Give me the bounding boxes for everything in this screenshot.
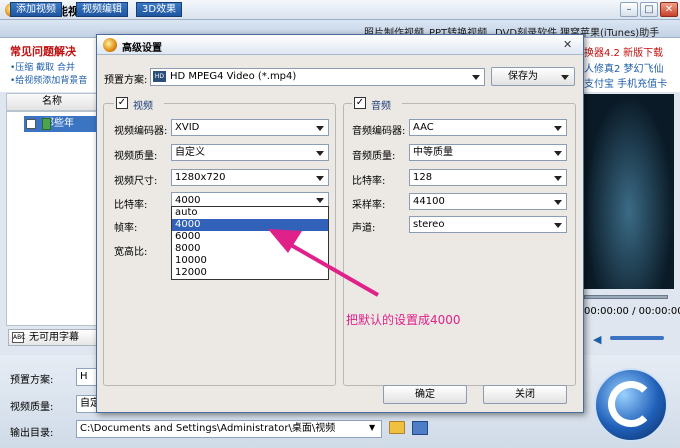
timecode: 00:00:00 / 00:00:00 [584, 306, 680, 317]
audio-bitrate-label: 比特率: [352, 176, 386, 187]
video-quality-arrow-icon[interactable] [316, 151, 324, 156]
preset-select[interactable]: HD MPEG4 Video (*.mp4) [150, 68, 485, 86]
dialog-titlebar [97, 35, 583, 55]
output-dir-dropdown-icon[interactable]: ▼ [369, 423, 375, 432]
preset-dropdown-arrow-icon[interactable] [472, 75, 480, 80]
audio-quality-label: 音频质量: [352, 151, 396, 162]
minimize-button[interactable]: – [620, 2, 638, 17]
bottom-quality-label: 视频质量: [10, 402, 54, 413]
open-folder-icon[interactable] [412, 421, 428, 435]
video-codec-select[interactable]: XVID [171, 119, 329, 136]
faq-link-bgmusic[interactable]: •给视频添加背景音 [10, 73, 87, 86]
dialog-close-button[interactable]: 关闭 [483, 385, 567, 404]
video-size-arrow-icon[interactable] [316, 176, 324, 181]
audio-channel-arrow-icon[interactable] [554, 223, 562, 228]
video-fps-label: 帧率: [114, 223, 138, 234]
tab-3d-effect[interactable]: 3D效果 [136, 2, 183, 17]
video-preview [584, 94, 674, 289]
dialog-close-icon[interactable]: ✕ [563, 38, 572, 51]
file-item-checkbox[interactable] [26, 119, 36, 129]
audio-quality-select[interactable]: 中等质量 [409, 144, 567, 161]
bottom-preset-label: 预置方案: [10, 375, 54, 386]
browse-folder-icon[interactable] [389, 421, 405, 434]
audio-samplerate-arrow-icon[interactable] [554, 200, 562, 205]
video-codec-label: 视频编码器: [114, 126, 168, 137]
tab-add-video[interactable]: 添加视频 [10, 2, 62, 17]
audio-codec-select[interactable]: AAC [409, 119, 567, 136]
audio-samplerate-select[interactable]: 44100 [409, 193, 567, 210]
annotation-arrow [268, 229, 379, 297]
video-quality-label: 视频质量: [114, 151, 158, 162]
video-size-label: 视频尺寸: [114, 176, 158, 187]
audio-codec-label: 音频编码器: [352, 126, 406, 137]
preset-label: 预置方案: [104, 75, 148, 86]
video-aspect-label: 宽高比: [114, 247, 148, 258]
file-list-header[interactable]: 名称 [6, 93, 98, 111]
annotation-arrow-shaft [283, 239, 379, 297]
audio-bitrate-select[interactable]: 128 [409, 169, 567, 186]
video-bitrate-arrow-icon[interactable] [316, 198, 324, 203]
video-file-icon [42, 118, 51, 130]
output-dir-input[interactable]: C:\Documents and Settings\Administrator\… [76, 420, 382, 438]
video-codec-arrow-icon[interactable] [316, 126, 324, 131]
faq-link-compress[interactable]: •压缩 截取 合并 [10, 60, 75, 73]
audio-bitrate-arrow-icon[interactable] [554, 176, 562, 181]
video-quality-select[interactable]: 自定义 [171, 144, 329, 161]
video-size-select[interactable]: 1280x720 [171, 169, 329, 186]
file-list [6, 111, 98, 326]
video-bitrate-label: 比特率: [114, 200, 148, 211]
window-close-button[interactable]: ✕ [660, 2, 678, 17]
output-dir-label: 输出目录: [10, 428, 54, 439]
annotation-text: 把默认的设置成4000 [346, 313, 461, 327]
dialog-title: 高级设置 [122, 43, 162, 54]
video-group-title: 视频 [133, 101, 153, 112]
promo-link-game[interactable]: 人修真2 梦幻飞仙 [584, 60, 664, 75]
audio-samplerate-label: 采样率: [352, 200, 386, 211]
audio-channel-select[interactable]: stereo [409, 216, 567, 233]
dialog-app-icon [103, 38, 117, 52]
video-enable-checkbox[interactable]: ✓ [116, 97, 128, 109]
promo-link-download[interactable]: 换器4.2 新版下载 [584, 44, 663, 59]
save-as-arrow-icon[interactable] [561, 75, 569, 80]
promo-link-pay[interactable]: 支付宝 手机充值卡 [584, 75, 667, 90]
tab-video-edit[interactable]: 视频编辑 [76, 2, 128, 17]
audio-group-title: 音频 [371, 101, 391, 112]
audio-quality-arrow-icon[interactable] [554, 151, 562, 156]
volume-slider[interactable] [610, 336, 664, 340]
volume-icon[interactable]: ◀ [593, 333, 601, 346]
subtitle-abc-icon: ABC [12, 332, 26, 343]
hd-badge-icon: HD [153, 71, 166, 82]
convert-arrow-icon [608, 381, 654, 427]
audio-codec-arrow-icon[interactable] [554, 126, 562, 131]
audio-enable-checkbox[interactable]: ✓ [354, 97, 366, 109]
maximize-button[interactable]: □ [640, 2, 658, 17]
seek-slider[interactable] [584, 295, 668, 299]
faq-title: 常见问题解决 [10, 45, 76, 58]
ok-button[interactable]: 确定 [383, 385, 467, 404]
